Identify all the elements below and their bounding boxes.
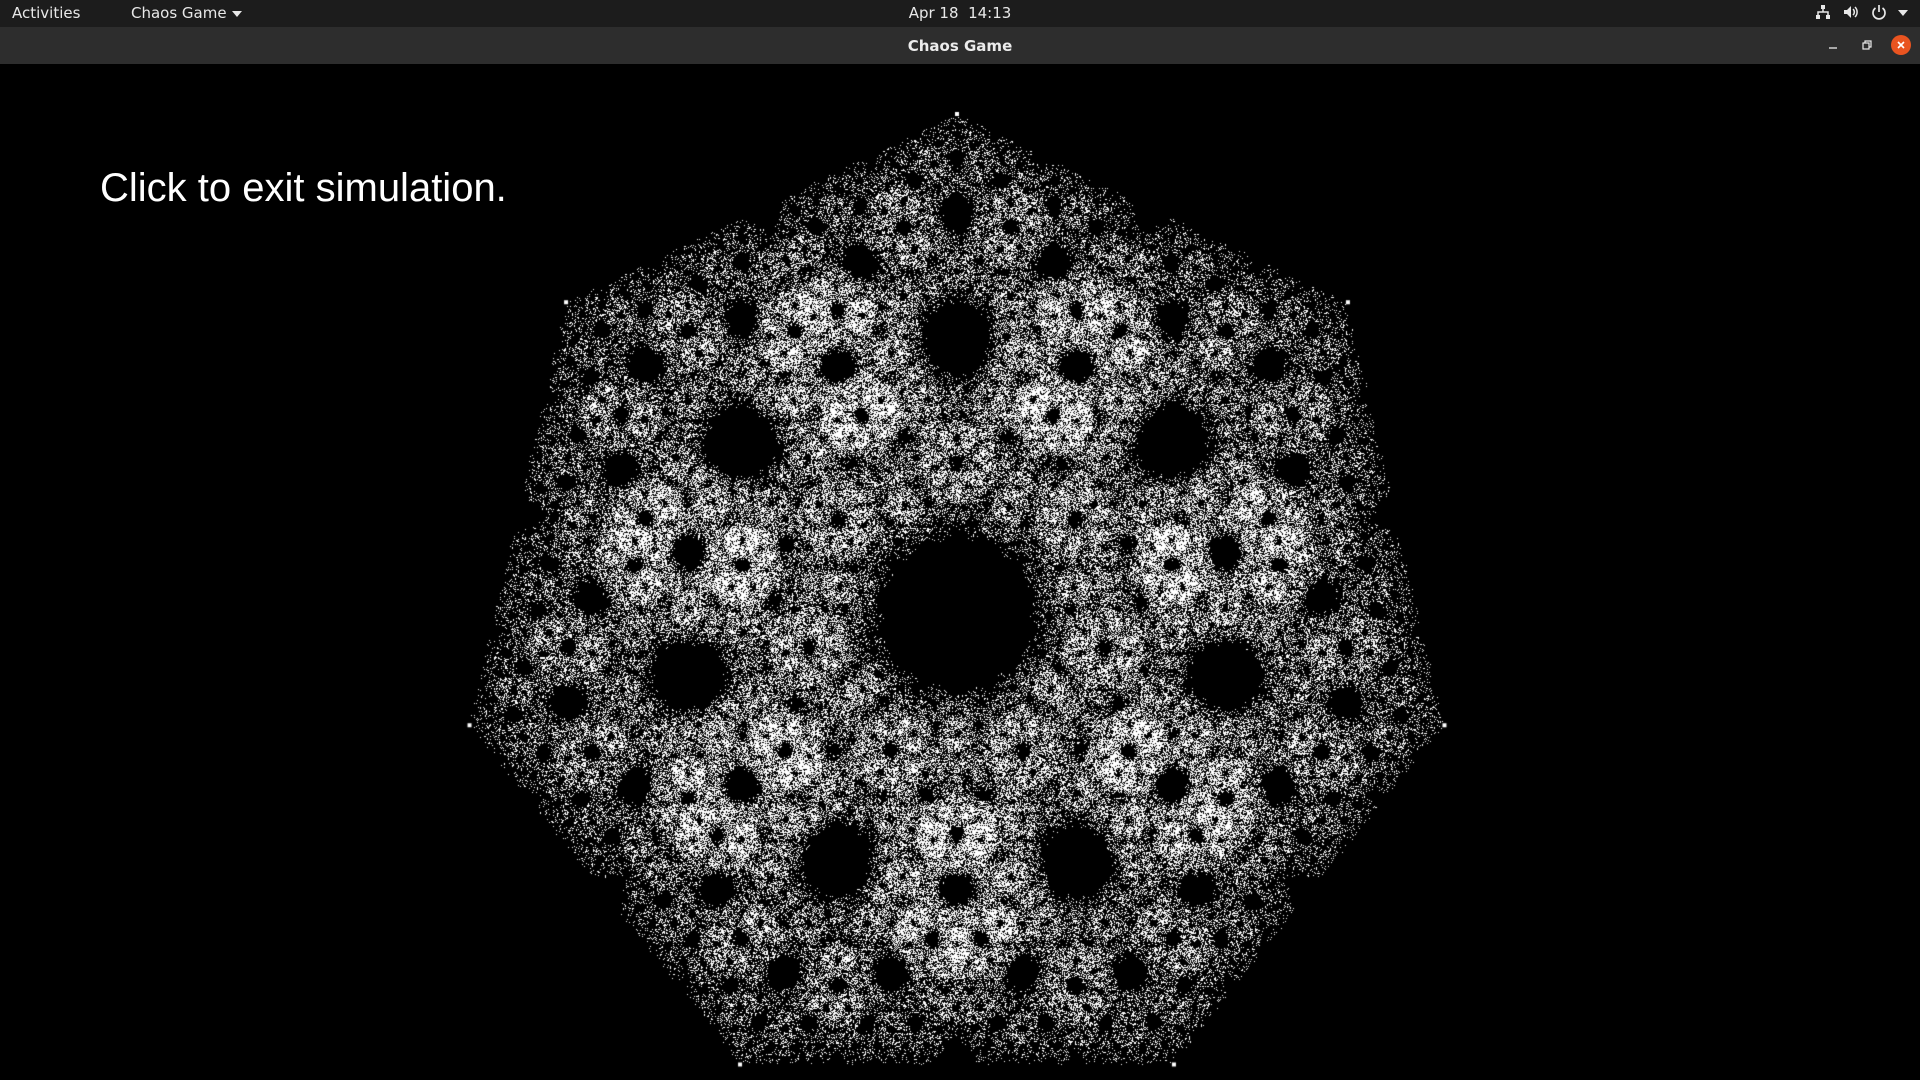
clock-time: 14:13 [968,4,1011,22]
restore-icon [1861,39,1873,51]
window-title: Chaos Game [0,37,1920,55]
chevron-down-icon [232,11,242,17]
minimize-icon [1827,39,1839,51]
app-menu[interactable]: Chaos Game [131,4,242,22]
volume-icon[interactable] [1842,3,1860,21]
clock: Apr 18 14:13 [0,4,1920,22]
app-menu-label: Chaos Game [131,4,227,22]
system-tray[interactable] [1814,3,1908,21]
chevron-down-icon[interactable] [1898,10,1908,16]
simulation-canvas[interactable]: Click to exit simulation. [0,64,1920,1080]
network-icon[interactable] [1814,3,1832,21]
restore-button[interactable] [1857,35,1877,55]
close-button[interactable] [1891,35,1911,55]
window-header[interactable]: Chaos Game [0,27,1920,65]
exit-instruction: Click to exit simulation. [100,166,507,211]
close-icon [1895,39,1907,51]
date-time-button[interactable]: Apr 18 14:13 [909,4,1012,22]
activities-button[interactable]: Activities [12,4,80,22]
chaos-game-fractal[interactable] [0,64,1920,1080]
clock-date: Apr 18 [909,4,959,22]
top-bar: Activities Chaos Game Apr 18 14:13 [0,0,1920,27]
power-icon[interactable] [1870,3,1888,21]
minimize-button[interactable] [1823,35,1843,55]
